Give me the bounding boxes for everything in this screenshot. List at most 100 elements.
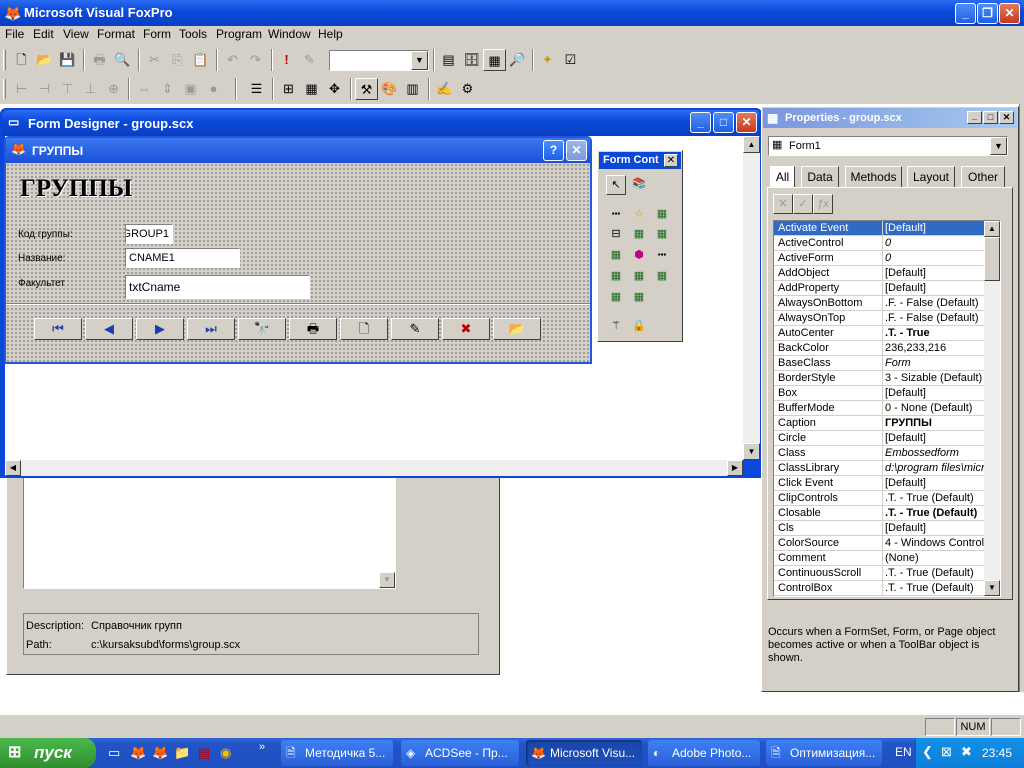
property-value[interactable]: Form	[882, 356, 984, 370]
form-designer-minimize-button[interactable]: _	[690, 112, 711, 133]
form-controls-toggle-icon[interactable]: ⚒	[355, 78, 378, 100]
property-row[interactable]: ClipControls .T. - True (Default)	[774, 491, 984, 506]
form-close-button[interactable]: ✕	[566, 140, 587, 161]
select-pointer-icon[interactable]: ↖	[606, 175, 626, 195]
star-control-icon[interactable]: ☆	[631, 207, 647, 221]
command-window-icon[interactable]: ▤	[437, 49, 460, 71]
quicklaunch-drive-icon[interactable]: ▭	[108, 745, 120, 761]
accept-edit-icon[interactable]: ✓	[793, 194, 813, 214]
editbox-control-icon[interactable]: ▦	[631, 227, 647, 241]
taskbar-button-photoshop[interactable]: ◐ Adobe Photo...	[648, 740, 760, 766]
tray-network-icon[interactable]: ✖	[961, 744, 972, 760]
property-value[interactable]: .T. - True (Default)	[882, 566, 984, 580]
view-classes-icon[interactable]: 📚	[631, 177, 647, 191]
center-icon[interactable]: ⊕	[102, 78, 125, 100]
property-row[interactable]: Comment (None)	[774, 551, 984, 566]
form-builder-icon[interactable]: ✍	[433, 78, 456, 100]
property-row[interactable]: ContinuousScroll .T. - True (Default)	[774, 566, 984, 581]
first-record-button[interactable]: ⏮	[34, 318, 82, 340]
project-file-list[interactable]: ▼	[23, 477, 396, 589]
scroll-down-arrow[interactable]: ▼	[984, 580, 1000, 596]
find-button[interactable]: 🔭	[238, 318, 286, 340]
exit-button[interactable]: 📂	[493, 318, 541, 340]
scroll-down-arrow[interactable]: ▼	[379, 572, 395, 588]
close-button[interactable]: ✕	[999, 3, 1020, 24]
properties-window-icon[interactable]: ▦	[483, 49, 506, 71]
group-code-field[interactable]: GROUP1	[125, 224, 173, 244]
quicklaunch-folder-icon[interactable]: 📁	[174, 745, 190, 761]
property-row[interactable]: ClassLibrary d:\program files\micr	[774, 461, 984, 476]
horizontal-scrollbar[interactable]: ◀ ▶	[5, 460, 743, 476]
form-help-button[interactable]: ?	[543, 140, 564, 161]
align-top-icon[interactable]: ⊤	[56, 78, 79, 100]
listbox-control-icon[interactable]: ▦	[631, 269, 647, 283]
code-window-icon[interactable]: 🔎	[506, 49, 529, 71]
scroll-down-arrow[interactable]: ▼	[743, 443, 760, 460]
layout-toolbar-icon[interactable]: ▥	[401, 78, 424, 100]
run-icon[interactable]: !	[275, 49, 298, 71]
property-value[interactable]: ГРУППЫ	[882, 416, 984, 430]
property-row[interactable]: Activate Event [Default]	[774, 221, 984, 236]
property-value[interactable]: .T. - True (Default)	[882, 506, 984, 520]
open-folder-icon[interactable]: 📂	[33, 49, 56, 71]
spelling-icon[interactable]: ☑	[559, 49, 582, 71]
print-button[interactable]: 🖶	[289, 318, 337, 340]
taskbar-button-optimizacia[interactable]: 🗎 Оптимизация...	[766, 740, 882, 766]
property-row[interactable]: ControlBox .T. - True (Default)	[774, 581, 984, 596]
quicklaunch-media-icon[interactable]: ◉	[220, 745, 231, 761]
property-grid-scrollbar[interactable]: ▲ ▼	[984, 221, 1000, 596]
property-row[interactable]: ActiveForm 0	[774, 251, 984, 266]
tab-other[interactable]: Other	[961, 166, 1005, 188]
tab-layout[interactable]: Layout	[907, 166, 955, 188]
edit-record-button[interactable]: ✎	[391, 318, 439, 340]
property-value[interactable]: 236,233,216	[882, 341, 984, 355]
grid-control-icon[interactable]: ▦	[654, 207, 670, 221]
property-row[interactable]: AlwaysOnTop .F. - False (Default)	[774, 311, 984, 326]
property-grid[interactable]: Activate Event [Default] ActiveControl 0 Act…	[773, 220, 1001, 597]
minimize-button[interactable]: _	[955, 3, 976, 24]
tray-app-icon[interactable]: ⊠	[941, 744, 952, 760]
autoformat-icon[interactable]: ⚙	[456, 78, 479, 100]
property-value[interactable]: [Default]	[882, 431, 984, 445]
code-icon[interactable]: ✥	[323, 78, 346, 100]
tab-order-icon[interactable]: ☰	[245, 78, 268, 100]
cut-icon[interactable]: ✂	[143, 49, 166, 71]
save-icon[interactable]: 💾	[56, 49, 79, 71]
scroll-left-arrow[interactable]: ◀	[5, 460, 21, 476]
menu-edit[interactable]: Edit	[33, 27, 54, 41]
property-row[interactable]: ColorSource 4 - Windows Control P	[774, 536, 984, 551]
restore-button[interactable]: ❐	[977, 3, 998, 24]
property-value[interactable]: [Default]	[882, 221, 984, 235]
property-value[interactable]: [Default]	[882, 386, 984, 400]
faculty-field[interactable]: txtCname	[125, 275, 310, 299]
menu-format[interactable]: Format	[97, 27, 135, 41]
quicklaunch-flag-icon[interactable]: ▤	[198, 745, 210, 761]
property-value[interactable]: 0	[882, 236, 984, 250]
vertical-scrollbar[interactable]: ▲ ▼	[743, 136, 760, 460]
data-session-icon[interactable]: 🗄	[460, 49, 483, 71]
same-width-icon[interactable]: ⇔	[133, 78, 156, 100]
chevron-down-icon[interactable]: ▼	[990, 137, 1007, 155]
line-control-icon[interactable]: ▪▪▪	[654, 248, 670, 262]
properties-close-button[interactable]: ✕	[999, 111, 1014, 124]
menu-view[interactable]: View	[63, 27, 89, 41]
property-row[interactable]: Closable .T. - True (Default)	[774, 506, 984, 521]
form-designer-maximize-button[interactable]: □	[713, 112, 734, 133]
menu-window[interactable]: Window	[268, 27, 311, 41]
property-value[interactable]: .T. - True	[882, 326, 984, 340]
shapes-control-icon[interactable]: ⬢	[631, 248, 647, 262]
form-designer-close-button[interactable]: ✕	[736, 112, 757, 133]
properties-minimize-button[interactable]: _	[967, 111, 982, 124]
tray-expand-icon[interactable]: ❮	[922, 744, 933, 760]
property-value[interactable]: 4 - Windows Control P	[882, 536, 984, 550]
modify-icon[interactable]: ✎	[298, 49, 321, 71]
property-value[interactable]: .T. - True (Default)	[882, 581, 984, 595]
next-record-button[interactable]: ▶	[136, 318, 184, 340]
quicklaunch-fox-icon[interactable]: 🦊	[130, 745, 146, 761]
property-value[interactable]: 0	[882, 251, 984, 265]
taskbar-button-metodichka[interactable]: 🗎 Методичка 5...	[281, 740, 393, 766]
taskbar-button-foxpro[interactable]: 🦊 Microsoft Visu...	[526, 740, 642, 766]
quicklaunch-fox2-icon[interactable]: 🦊	[152, 745, 168, 761]
name-field[interactable]: CNAME1	[125, 248, 240, 268]
form-controls-close-button[interactable]: ✕	[664, 154, 678, 167]
